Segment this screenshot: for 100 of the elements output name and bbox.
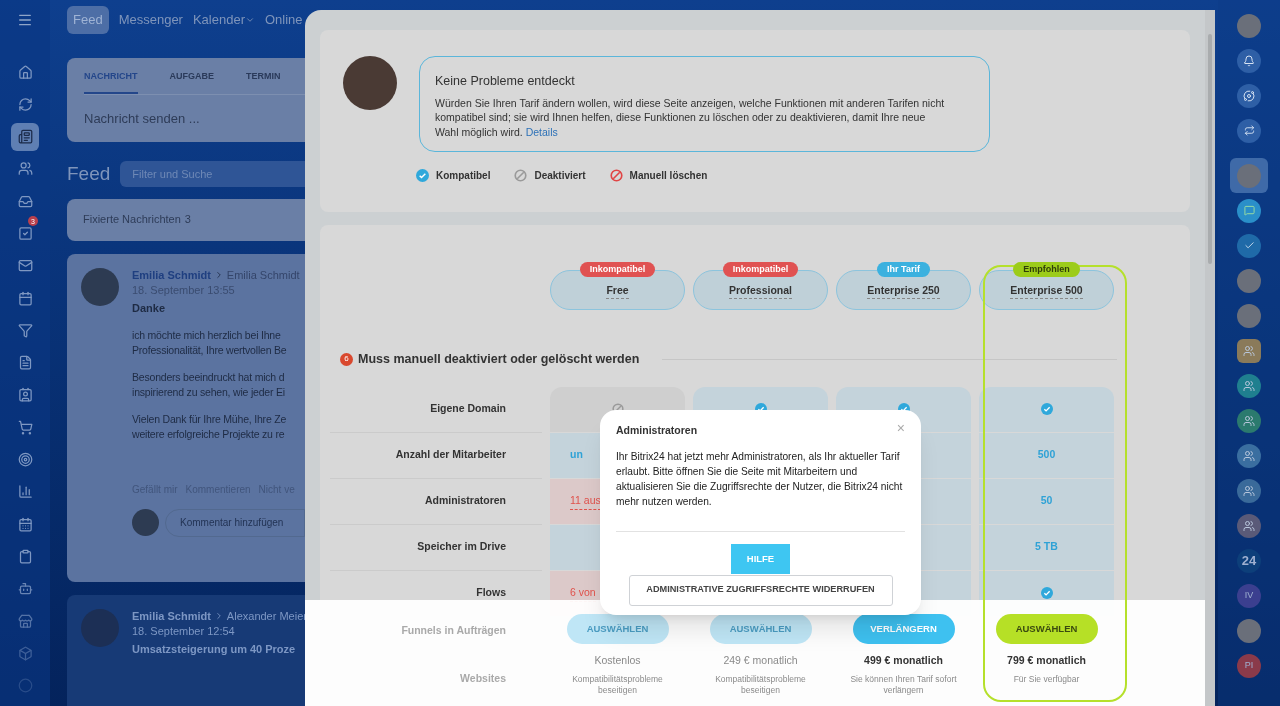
people-icon	[1243, 519, 1255, 532]
author-link[interactable]: Emilia Schmidt	[132, 267, 211, 283]
chat-initials-button[interactable]: 24	[1237, 548, 1261, 573]
spiral-icon	[1243, 89, 1255, 102]
mail-icon	[17, 258, 33, 274]
dialog-button[interactable]: HILFE	[730, 543, 791, 574]
sidebar-item[interactable]	[11, 122, 39, 151]
people-icon	[1243, 484, 1255, 497]
group-chat-button[interactable]	[1237, 443, 1261, 468]
people-icon	[1243, 449, 1255, 462]
prohibited-icon	[609, 169, 623, 182]
plan-status-badge: Ihr Tarif	[877, 262, 930, 277]
dialog-text: Ihr Bitrix24 hat jetzt mehr Administratoren, als Ihr aktueller Tarif erlaubt. Bitte öffnen Sie die Seite mit Mitarbeitern und aktualisieren Sie die Zugriffsrechte der Nutzer, die Bitrix24 nicht mehr nutzen werden.	[616, 449, 904, 509]
pinned-messages-bar[interactable]: Fixierte Nachrichten 3	[67, 198, 305, 241]
slashed-circle-icon	[514, 169, 528, 182]
plan-price: 249 € monatlich	[723, 653, 798, 668]
feature-label: Speicher im Drive	[417, 539, 506, 555]
inbox-icon	[17, 193, 33, 209]
recipient-name[interactable]: Alexander Meier	[226, 608, 307, 624]
count-badge: 6	[340, 352, 353, 366]
plan-price: 799 € monatlich	[1007, 653, 1086, 668]
group-chat-button[interactable]	[1237, 513, 1261, 538]
nav-tab[interactable]: Online	[265, 10, 303, 30]
composer-tab[interactable]: AUFGABE	[169, 70, 214, 94]
dialog-button[interactable]: ADMINISTRATIVE ZUGRIFFSRECHTE WIDERRUFEN	[628, 574, 893, 606]
funnel-icon	[17, 322, 33, 338]
nav-tab[interactable]: Messenger	[118, 10, 183, 30]
plan-price: 499 € monatlich	[864, 653, 943, 668]
exchange-icon	[1243, 125, 1255, 136]
composer-tab[interactable]: NACHRICHT	[84, 70, 138, 94]
notifications-button[interactable]	[1237, 48, 1261, 73]
plan-status-badge: Inkompatibel	[722, 262, 799, 277]
plan-action-button[interactable]: AUSWÄHLEN	[566, 614, 669, 644]
plan-name: Free	[606, 282, 629, 300]
post-text: Besonders beeindruckt hat mich d	[132, 369, 286, 385]
avatar[interactable]	[1237, 618, 1261, 643]
plan-note: Kompatibilitätsprobleme beseitigen	[571, 673, 664, 696]
dialog-title: Administratoren	[616, 423, 698, 438]
plan-status-badge: Empfohlen	[1013, 262, 1080, 277]
store-icon	[17, 613, 33, 629]
robot-icon	[17, 581, 33, 597]
avatar	[343, 56, 397, 110]
avatar	[81, 267, 119, 306]
chat-button[interactable]	[1237, 198, 1261, 223]
newspaper-icon	[17, 129, 33, 145]
avatar[interactable]	[1237, 268, 1261, 293]
post-text: inspirierend zu sehen, wie jeder Ei	[132, 384, 286, 400]
menu-icon[interactable]	[17, 12, 33, 28]
plan-name: Enterprise 250	[867, 282, 940, 300]
chat-initials-button[interactable]: IV	[1237, 583, 1261, 608]
document-icon	[17, 355, 33, 371]
clipboard-icon	[17, 548, 33, 564]
feature-label: Anzahl der Mitarbeiter	[395, 447, 506, 463]
bell-icon	[1243, 54, 1255, 67]
plan-action-button[interactable]: AUSWÄHLEN	[995, 614, 1098, 644]
cell-value: 5 TB	[1035, 539, 1058, 555]
exchange-button[interactable]	[1237, 118, 1261, 143]
post-time: 18. September 12:54	[132, 623, 236, 639]
cart-icon	[17, 419, 33, 435]
home-icon	[17, 64, 33, 80]
cell-value: 50	[1040, 493, 1053, 509]
avatar	[132, 509, 159, 536]
legend-label: Deaktiviert	[534, 169, 586, 183]
intro-title: Keine Probleme entdeckt	[435, 73, 576, 90]
feature-label: Eigene Domain	[430, 401, 506, 417]
people-icon	[1243, 414, 1255, 427]
pinned-label: Fixierte Nachrichten	[83, 212, 181, 228]
plan-name: Enterprise 500	[1010, 282, 1083, 300]
box-icon	[17, 645, 33, 661]
author-link[interactable]: Emilia Schmidt	[132, 608, 211, 624]
feature-label: Websites	[460, 670, 506, 686]
nav-tab[interactable]: Kalender	[192, 10, 255, 30]
message-field[interactable]: Nachricht senden ...	[84, 108, 200, 128]
cycle-icon	[17, 96, 33, 112]
group-chat-button[interactable]	[1237, 478, 1261, 503]
group-chat-button[interactable]	[1237, 373, 1261, 398]
post-text: weitere erfolgreiche Projekte zu re	[132, 426, 286, 442]
nav-tab[interactable]: Feed	[67, 6, 109, 34]
chat-initials-button[interactable]: PI	[1237, 653, 1261, 678]
avatar[interactable]	[1237, 13, 1261, 38]
people-icon	[1243, 344, 1255, 357]
group-chat-button[interactable]	[1237, 338, 1261, 363]
plan-status-badge: Inkompatibel	[579, 262, 656, 277]
group-chat-button[interactable]	[1237, 408, 1261, 433]
pinned-count: 3	[184, 212, 191, 228]
spiral-button[interactable]	[1237, 83, 1261, 108]
feature-label: Flows	[476, 585, 506, 601]
close-button[interactable]: ×	[896, 421, 905, 435]
calendar-icon	[17, 290, 33, 306]
checkbox-icon	[17, 226, 33, 241]
filter-field[interactable]: Filter und Suche	[120, 161, 305, 188]
intro-text: Würden Sie Ihren Tarif ändern wollen, wird diese Seite anzeigen, welche Funktionen mit anderen Tarifen nicht kompatibel sind; sie wird Ihnen helfen, diese Funktionen zu löschen oder zu deaktivieren, damit Ihre neue Wahl möglich wird. Details	[435, 95, 945, 140]
plan-action-button[interactable]: AUSWÄHLEN	[709, 614, 812, 644]
details-link[interactable]: Details	[525, 125, 558, 138]
avatar[interactable]	[1237, 303, 1261, 328]
plan-action-button[interactable]: VERLÄNGERN	[852, 614, 955, 644]
tasks-chat-button[interactable]	[1237, 233, 1261, 258]
plan-name: Professional	[729, 282, 792, 300]
composer-tab[interactable]: TERMIN	[246, 70, 281, 94]
post-text: Vielen Dank für Ihre Mühe, Ihre Ze	[132, 411, 288, 427]
